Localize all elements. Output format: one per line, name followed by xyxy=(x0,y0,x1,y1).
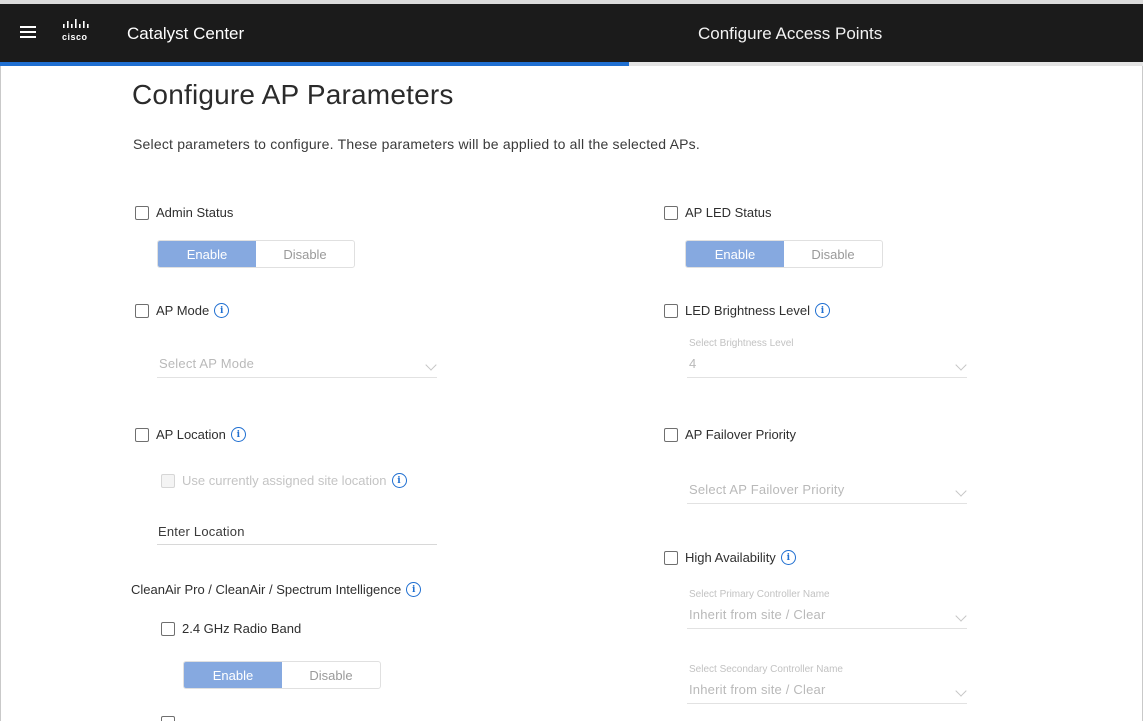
high-availability-checkbox[interactable] xyxy=(664,550,678,565)
led-brightness-select[interactable]: Select Brightness Level 4 xyxy=(687,338,967,378)
primary-controller-select[interactable]: Select Primary Controller Name Inherit f… xyxy=(687,589,967,629)
brand-text: cisco xyxy=(62,32,88,42)
band-24-checkbox[interactable] xyxy=(161,621,175,636)
use-site-location-option: Use currently assigned site location i xyxy=(161,473,407,488)
location-input-value: Enter Location xyxy=(158,524,245,539)
band-24-toggle: Enable Disable xyxy=(183,661,381,689)
ap-location-info-icon[interactable]: i xyxy=(230,427,246,442)
led-brightness-info-icon[interactable]: i xyxy=(815,303,831,318)
led-status-toggle: Enable Disable xyxy=(685,240,883,268)
use-site-location-checkbox[interactable] xyxy=(161,473,175,488)
led-status-enable-button[interactable]: Enable xyxy=(686,241,784,267)
led-brightness-value: 4 xyxy=(689,356,697,371)
band-24-option: 2.4 GHz Radio Band xyxy=(161,621,301,636)
app-title: Catalyst Center xyxy=(127,24,245,43)
chevron-down-icon xyxy=(955,359,967,371)
led-brightness-option: LED Brightness Level i xyxy=(664,303,831,318)
chevron-down-icon xyxy=(955,485,967,497)
high-availability-option: High Availability i xyxy=(664,550,796,565)
cisco-bars-icon xyxy=(63,19,89,28)
secondary-controller-value: Inherit from site / Clear xyxy=(689,682,826,697)
next-band-checkbox[interactable] xyxy=(161,716,175,721)
ap-mode-option: AP Mode i xyxy=(135,303,230,318)
cleanair-section-label: CleanAir Pro / CleanAir / Spectrum Intel… xyxy=(131,582,422,597)
led-status-checkbox[interactable] xyxy=(664,205,678,220)
use-site-location-label: Use currently assigned site location xyxy=(182,473,387,488)
page-intro: Select parameters to configure. These pa… xyxy=(133,136,700,152)
led-status-option: AP LED Status xyxy=(664,205,771,220)
chevron-down-icon xyxy=(955,610,967,622)
primary-controller-field-label: Select Primary Controller Name xyxy=(689,589,830,600)
failover-option: AP Failover Priority xyxy=(664,427,796,442)
band-24-disable-button[interactable]: Disable xyxy=(282,662,380,688)
ap-mode-info-icon[interactable]: i xyxy=(214,303,230,318)
high-availability-info-icon[interactable]: i xyxy=(780,550,796,565)
admin-status-label: Admin Status xyxy=(156,205,234,220)
cleanair-label: CleanAir Pro / CleanAir / Spectrum Intel… xyxy=(131,582,402,597)
led-brightness-field-label: Select Brightness Level xyxy=(689,338,794,349)
led-brightness-label: LED Brightness Level xyxy=(685,303,811,318)
ap-mode-placeholder: Select AP Mode xyxy=(159,356,255,371)
ap-mode-checkbox[interactable] xyxy=(135,303,149,318)
chevron-down-icon xyxy=(425,359,437,371)
led-status-label: AP LED Status xyxy=(685,205,772,220)
secondary-controller-select[interactable]: Select Secondary Controller Name Inherit… xyxy=(687,664,967,704)
page-heading: Configure Access Points xyxy=(698,24,883,43)
location-input[interactable]: Enter Location xyxy=(157,519,437,545)
high-availability-label: High Availability xyxy=(685,550,776,565)
admin-status-option: Admin Status xyxy=(135,205,233,220)
wizard-progress-bar xyxy=(0,62,1143,66)
ap-mode-select[interactable]: Select AP Mode xyxy=(157,352,437,378)
led-brightness-checkbox[interactable] xyxy=(664,303,678,318)
chevron-down-icon xyxy=(955,685,967,697)
admin-status-enable-button[interactable]: Enable xyxy=(158,241,256,267)
cleanair-info-icon[interactable]: i xyxy=(406,582,422,597)
failover-label: AP Failover Priority xyxy=(685,427,797,442)
ap-location-label: AP Location xyxy=(156,427,226,442)
failover-checkbox[interactable] xyxy=(664,427,678,442)
ap-location-option: AP Location i xyxy=(135,427,246,442)
primary-controller-value: Inherit from site / Clear xyxy=(689,607,826,622)
page-title: Configure AP Parameters xyxy=(132,79,454,110)
band-24-enable-button[interactable]: Enable xyxy=(184,662,282,688)
ap-mode-label: AP Mode xyxy=(156,303,210,318)
admin-status-disable-button[interactable]: Disable xyxy=(256,241,354,267)
top-navigation-bar: cisco Catalyst Center Configure Access P… xyxy=(0,0,1143,62)
admin-status-toggle: Enable Disable xyxy=(157,240,355,268)
progress-fill xyxy=(0,62,629,66)
ap-location-checkbox[interactable] xyxy=(135,427,149,442)
led-status-disable-button[interactable]: Disable xyxy=(784,241,882,267)
band-24-label: 2.4 GHz Radio Band xyxy=(182,621,302,636)
cisco-logo: cisco xyxy=(62,19,102,43)
admin-status-checkbox[interactable] xyxy=(135,205,149,220)
hamburger-icon[interactable] xyxy=(20,26,36,40)
failover-placeholder: Select AP Failover Priority xyxy=(689,482,845,497)
failover-select[interactable]: Select AP Failover Priority xyxy=(687,478,967,504)
secondary-controller-field-label: Select Secondary Controller Name xyxy=(689,664,843,675)
use-site-location-info-icon[interactable]: i xyxy=(391,473,407,488)
